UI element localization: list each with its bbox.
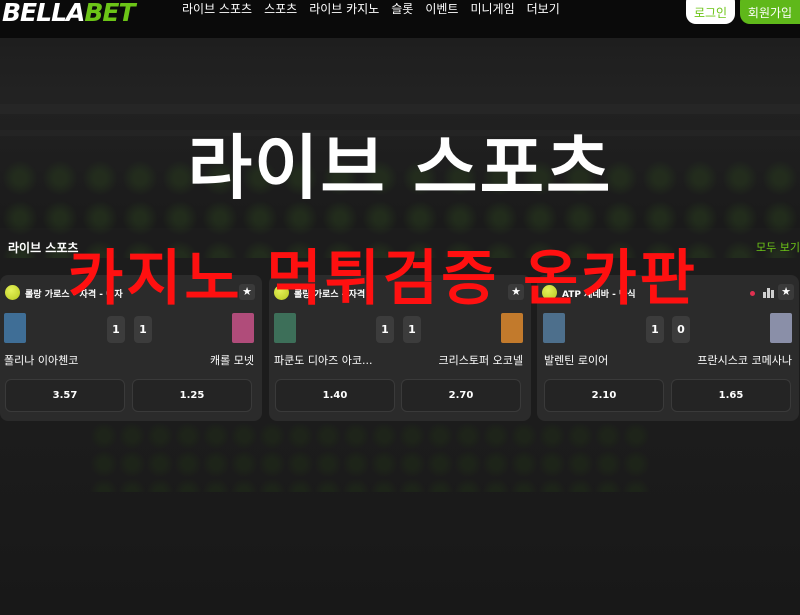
- home-player-name: 파쿤도 디아즈 아코...: [274, 354, 373, 367]
- nav-item-sports[interactable]: 스포츠: [258, 0, 303, 18]
- home-odds-button[interactable]: 2.10: [544, 379, 664, 412]
- page-bottom-background: [0, 422, 800, 615]
- logo-text-suffix: BET: [84, 0, 135, 27]
- logo-text-prefix: BELLA: [2, 0, 85, 27]
- home-odds-button[interactable]: 3.57: [5, 379, 125, 412]
- away-player-name: 프란시스코 코메사나: [697, 354, 792, 367]
- player-avatar: [4, 313, 26, 343]
- player-avatar: [770, 313, 792, 343]
- stats-icon[interactable]: [763, 286, 775, 298]
- away-player-name: 캐롤 모넷: [210, 354, 254, 367]
- see-all-link[interactable]: 모두 보기: [756, 239, 800, 255]
- hero-title: 라이브 스포츠: [187, 127, 613, 209]
- tennis-ball-icon: [5, 285, 20, 300]
- overlay-watermark-text: 카지노 먹튀검증 온카판: [68, 244, 698, 314]
- home-score: 1: [646, 316, 664, 343]
- favorite-star-icon[interactable]: ★: [778, 284, 794, 300]
- away-odds-button[interactable]: 1.25: [132, 379, 252, 412]
- signup-button[interactable]: 회원가입: [740, 0, 800, 24]
- player-avatar: [543, 313, 565, 343]
- nav-item-live-casino[interactable]: 라이브 카지노: [303, 0, 385, 18]
- home-player-name: 폴리나 이아첸코: [4, 354, 79, 367]
- home-score: 1: [107, 316, 125, 343]
- nav-item-slots[interactable]: 슬롯: [385, 0, 419, 18]
- away-score: 1: [134, 316, 152, 343]
- player-avatar: [232, 313, 254, 343]
- away-odds-button[interactable]: 2.70: [401, 379, 521, 412]
- player-avatar: [274, 313, 296, 343]
- home-player-name: 발렌틴 로이어: [544, 354, 609, 367]
- bellabet-logo[interactable]: BELLABET: [2, 0, 136, 27]
- home-odds-button[interactable]: 1.40: [275, 379, 395, 412]
- away-odds-button[interactable]: 1.65: [671, 379, 791, 412]
- main-nav: 라이브 스포츠 스포츠 라이브 카지노 슬롯 이벤트 미니게임 더보기: [182, 0, 566, 18]
- top-navigation-bar: BELLABET 라이브 스포츠 스포츠 라이브 카지노 슬롯 이벤트 미니게임…: [0, 0, 800, 38]
- player-avatar: [501, 313, 523, 343]
- live-indicator-icon: [750, 291, 755, 296]
- home-score: 1: [376, 316, 394, 343]
- hexagon-pattern: [90, 422, 650, 492]
- login-button[interactable]: 로그인: [686, 0, 735, 24]
- nav-item-minigames[interactable]: 미니게임: [464, 0, 520, 18]
- nav-item-more[interactable]: 더보기: [521, 0, 566, 18]
- away-score: 1: [403, 316, 421, 343]
- nav-item-events[interactable]: 이벤트: [419, 0, 464, 18]
- away-player-name: 크리스토퍼 오코넬: [438, 354, 523, 367]
- nav-item-live-sports[interactable]: 라이브 스포츠: [182, 0, 258, 18]
- away-score: 0: [672, 316, 690, 343]
